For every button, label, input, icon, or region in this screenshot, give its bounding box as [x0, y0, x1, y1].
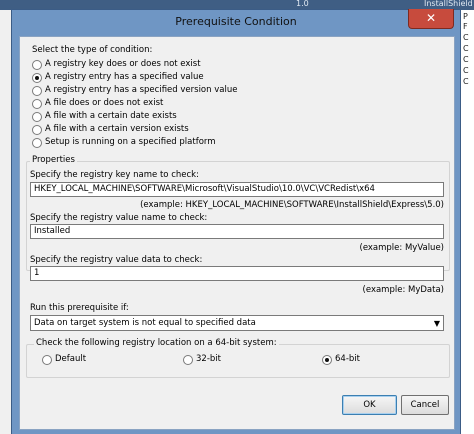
condition-option-label: A registry entry has a specified version…	[45, 85, 238, 95]
background-app-text: InstallShield	[424, 0, 473, 8]
background-version-text: 1.0	[296, 0, 309, 8]
condition-option-label: Setup is running on a specified platform	[45, 137, 216, 147]
value-data-label: Specify the registry value data to check…	[30, 255, 203, 265]
condition-option-label: A registry entry has a specified value	[45, 72, 204, 82]
condition-option-label: A file does or does not exist	[45, 98, 164, 108]
close-icon: ✕	[425, 11, 437, 25]
background-letter: C	[463, 55, 469, 64]
background-letter: C	[463, 77, 469, 86]
background-taskbar: 1.0 InstallShield	[0, 0, 474, 10]
value-name-label: Specify the registry value name to check…	[30, 213, 208, 223]
condition-option-label: A file with a certain date exists	[45, 111, 177, 121]
value-data-input[interactable]: 1	[30, 266, 444, 281]
close-button[interactable]: ✕	[408, 9, 454, 29]
value-name-example: (example: MyValue)	[359, 243, 445, 253]
ok-button[interactable]: OK	[342, 395, 397, 415]
background-letter: C	[463, 44, 469, 53]
registry-key-input[interactable]: HKEY_LOCAL_MACHINE\SOFTWARE\Microsoft\Vi…	[30, 182, 444, 197]
location-option-label: 32-bit	[196, 354, 221, 364]
registry-location-group	[26, 344, 450, 378]
background-letter: C	[463, 33, 469, 42]
registry-location-legend: Check the following registry location on…	[34, 338, 279, 348]
registry-key-label: Specify the registry key name to check:	[30, 170, 199, 180]
run-if-select[interactable]: Data on target system is not equal to sp…	[30, 315, 444, 331]
background-panel: P F C C C C C	[459, 10, 474, 434]
radio-button[interactable]	[32, 86, 42, 96]
location-option-label: Default	[55, 354, 87, 364]
radio-button[interactable]	[32, 99, 42, 109]
location-option-label: 64-bit	[335, 354, 360, 364]
properties-legend: Properties	[30, 155, 77, 165]
run-if-selected-value: Data on target system is not equal to sp…	[34, 318, 256, 328]
background-letter: C	[463, 66, 469, 75]
radio-button[interactable]	[32, 138, 42, 148]
background-letter: F	[463, 22, 468, 31]
run-if-label: Run this prerequisite if:	[30, 303, 129, 313]
condition-option-label: A registry key does or does not exist	[45, 59, 201, 69]
registry-key-example: (example: HKEY_LOCAL_MACHINE\SOFTWARE\In…	[140, 200, 444, 210]
radio-button[interactable]	[42, 355, 52, 365]
radio-button[interactable]	[32, 112, 42, 122]
radio-button[interactable]	[32, 125, 42, 135]
cancel-button[interactable]: Cancel	[401, 395, 449, 415]
radio-button[interactable]	[183, 355, 193, 365]
value-data-example: (example: MyData)	[362, 285, 444, 295]
radio-button[interactable]	[32, 60, 42, 70]
title-bar[interactable]: Prerequisite Condition ✕	[12, 9, 460, 36]
dialog-client-area: Select the type of condition: A registry…	[19, 36, 455, 430]
chevron-down-icon: ▼	[433, 319, 440, 328]
condition-type-label: Select the type of condition:	[32, 45, 153, 55]
value-name-input[interactable]: Installed	[30, 224, 444, 239]
dialog-title: Prerequisite Condition	[175, 15, 297, 28]
prerequisite-condition-dialog: Prerequisite Condition ✕ Select the type…	[12, 9, 460, 434]
radio-button-selected[interactable]	[32, 73, 42, 83]
radio-button-selected[interactable]	[322, 355, 332, 365]
background-letter: P	[463, 12, 468, 21]
condition-option-label: A file with a certain version exists	[45, 124, 189, 134]
